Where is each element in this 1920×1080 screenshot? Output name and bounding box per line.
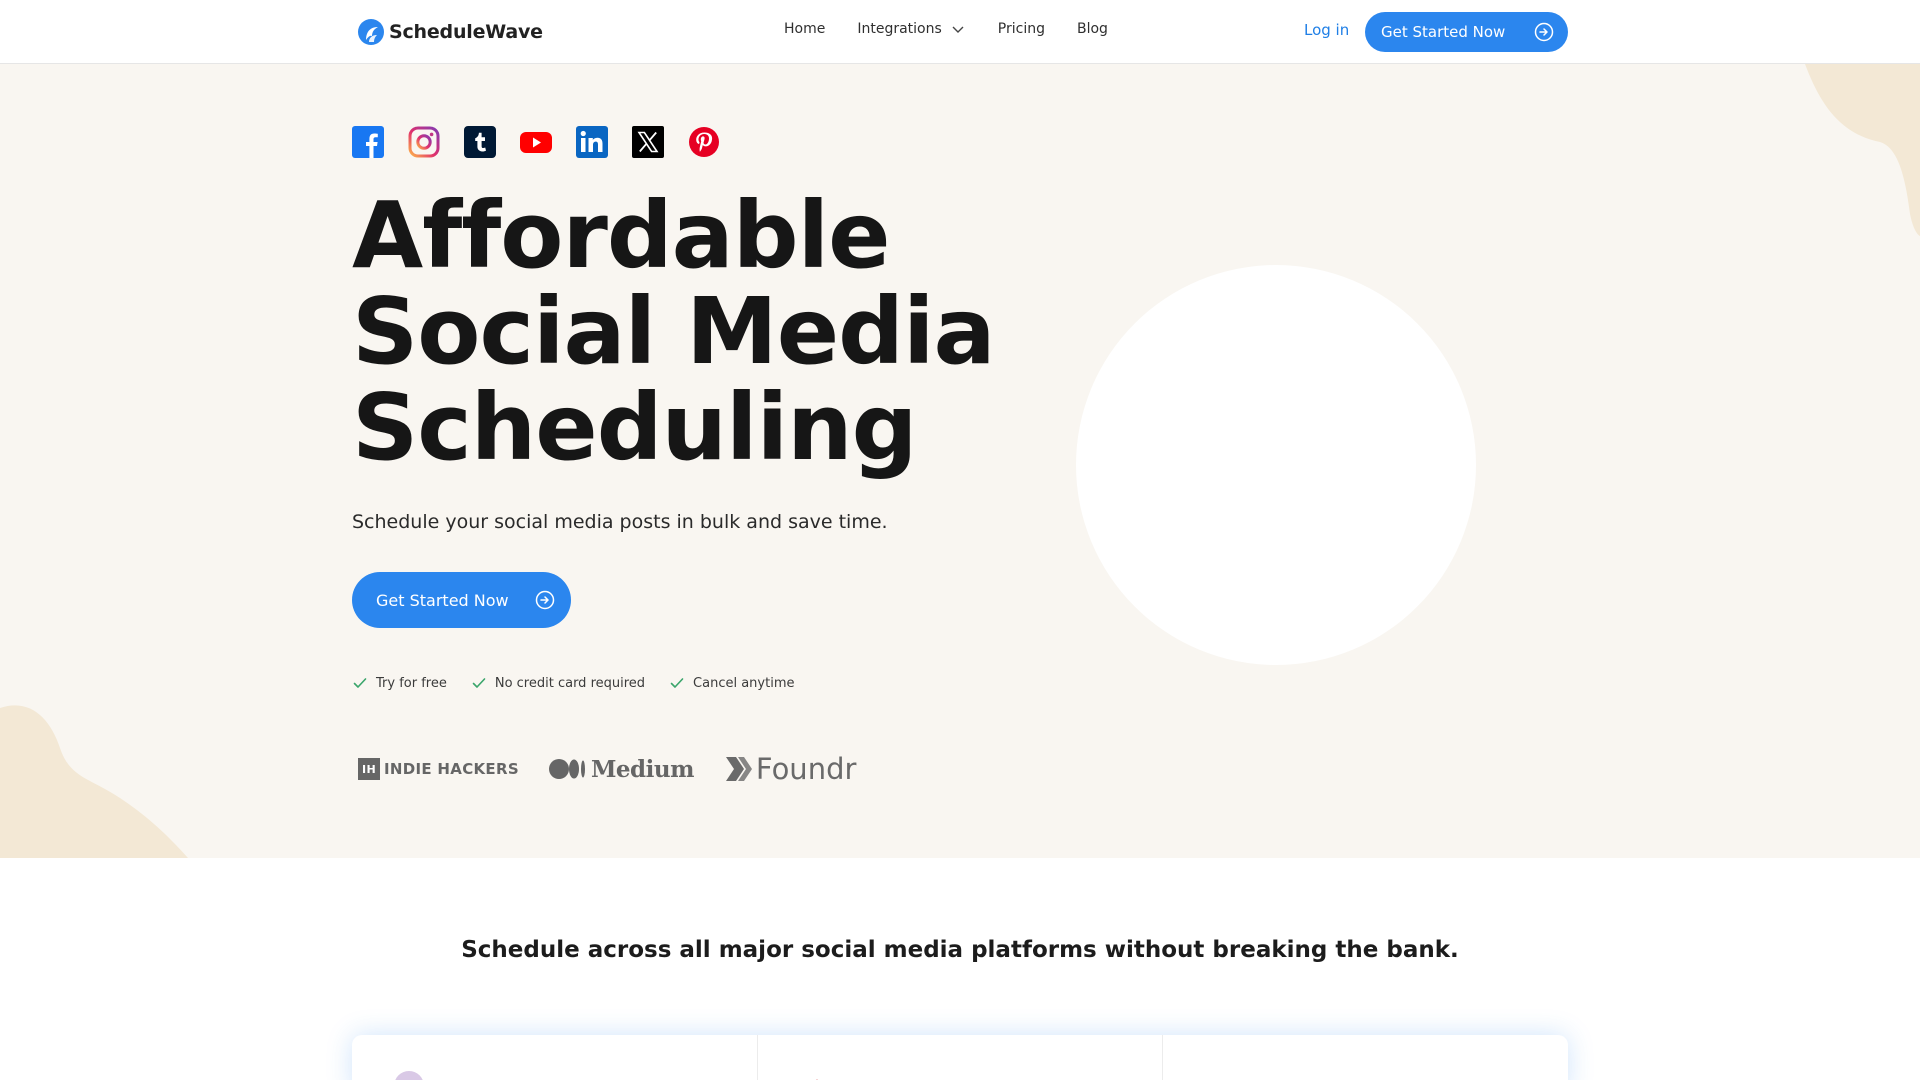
platform-card (1163, 1035, 1568, 1080)
decorative-blob-top-right (1805, 64, 1920, 236)
main-nav: Home Integrations Pricing Blog (784, 21, 1108, 37)
platform-cards (352, 1035, 1568, 1080)
login-link[interactable]: Log in (1304, 21, 1349, 39)
foundr-wordmark: Foundr (755, 752, 857, 786)
nav-pricing[interactable]: Pricing (998, 21, 1045, 37)
facebook-icon[interactable] (352, 126, 384, 158)
hero-title-line-3: Scheduling (352, 374, 917, 481)
decorative-blob-bottom-left (0, 705, 188, 858)
hero-subtitle: Schedule your social media posts in bulk… (352, 511, 888, 533)
card-avatar (394, 1071, 424, 1080)
medium-mark-icon (548, 759, 585, 779)
brand-name: ScheduleWave (389, 21, 543, 43)
press-logos: IH INDIE HACKERS Medium Foundr (358, 752, 856, 786)
nav-integrations[interactable]: Integrations (857, 21, 965, 37)
site-header: ScheduleWave Home Integrations Pricing B… (0, 0, 1920, 64)
x-icon[interactable] (632, 126, 664, 158)
foundr-logo: Foundr (724, 752, 856, 786)
tumblr-icon[interactable] (464, 126, 496, 158)
perk-item: Try for free (352, 675, 447, 691)
card-icon (816, 1079, 818, 1080)
platform-card (758, 1035, 1164, 1080)
nav-blog[interactable]: Blog (1077, 21, 1108, 37)
indie-hackers-mark: IH (358, 758, 380, 780)
hero-get-started-button[interactable]: Get Started Now (352, 572, 571, 628)
perk-item: No credit card required (471, 675, 645, 691)
header-get-started-label: Get Started Now (1381, 23, 1506, 41)
medium-logo: Medium (548, 755, 694, 783)
youtube-icon[interactable] (520, 126, 552, 158)
brand-logo-link[interactable]: ScheduleWave (357, 18, 543, 46)
social-icons-row (352, 126, 720, 158)
linkedin-icon[interactable] (576, 126, 608, 158)
indie-hackers-logo: IH INDIE HACKERS (358, 758, 519, 780)
hero-title: Affordable Social Media Scheduling (352, 188, 1072, 476)
chevron-down-icon (952, 26, 964, 33)
arrow-right-circle-icon (1534, 22, 1554, 42)
perk-label: Cancel anytime (693, 675, 795, 691)
hero-title-line-2: Social Media (352, 278, 996, 385)
platforms-tagline: Schedule across all major social media p… (461, 937, 1459, 963)
nav-home[interactable]: Home (784, 21, 825, 37)
perks-list: Try for free No credit card required Can… (352, 675, 819, 691)
check-icon (353, 678, 367, 688)
hero-illustration-placeholder (1076, 265, 1476, 665)
perk-item: Cancel anytime (669, 675, 795, 691)
medium-wordmark: Medium (590, 755, 694, 783)
check-icon (472, 678, 486, 688)
foundr-mark-icon (725, 757, 752, 781)
wave-logo-icon (358, 19, 384, 45)
pinterest-icon[interactable] (688, 126, 720, 158)
check-icon (670, 678, 684, 688)
instagram-icon[interactable] (408, 126, 440, 158)
arrow-right-circle-icon (535, 590, 555, 610)
perk-label: No credit card required (494, 675, 646, 691)
hero-title-line-1: Affordable (352, 182, 891, 289)
hero-get-started-label: Get Started Now (376, 590, 509, 610)
hero-section: Affordable Social Media Scheduling Sched… (0, 64, 1920, 858)
platform-card (352, 1035, 758, 1080)
header-get-started-button[interactable]: Get Started Now (1365, 12, 1568, 52)
perk-label: Try for free (376, 675, 447, 691)
indie-hackers-wordmark: INDIE HACKERS (384, 760, 519, 778)
nav-integrations-label: Integrations (857, 21, 942, 37)
